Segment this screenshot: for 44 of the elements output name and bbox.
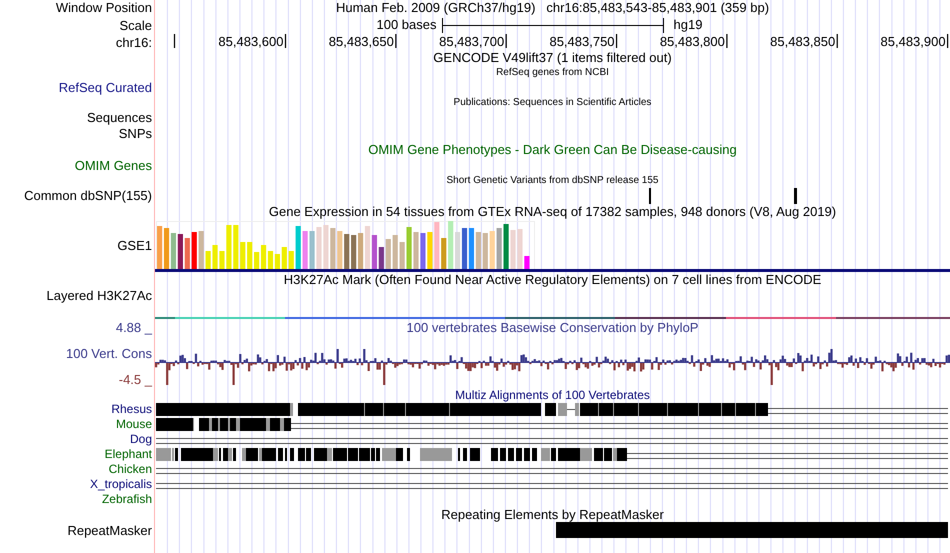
- track-title: GENCODE V49lift37 (1 items filtered out): [432, 50, 673, 66]
- track-title: Repeating Elements by RepeatMasker: [440, 507, 665, 523]
- species-label[interactable]: X_tropicalis: [90, 477, 152, 492]
- variant-mark: [649, 188, 651, 204]
- variant-mark: [794, 188, 797, 204]
- ruler-position: 85,483,700: [439, 34, 504, 49]
- track-label[interactable]: SNPs: [118, 126, 152, 142]
- species-label[interactable]: Dog: [130, 432, 152, 447]
- axis-min-label: -4.5 _: [118, 372, 152, 388]
- ruler-position: 85,483,600: [218, 34, 284, 49]
- track-label[interactable]: Layered H3K27Ac: [46, 288, 152, 304]
- track-title: Publications: Sequences in Scientific Articles: [452, 96, 652, 110]
- track-title: Short Genetic Variants from dbSNP release 155: [446, 174, 660, 188]
- track-title: 100 vertebrates Basewise Conservation by PhyloP: [406, 320, 700, 336]
- assembly-name: hg19: [672, 17, 702, 32]
- species-label[interactable]: Rhesus: [111, 402, 152, 417]
- track-label[interactable]: Sequences: [86, 110, 152, 126]
- row-label: Window Position: [56, 0, 152, 16]
- track-label[interactable]: 100 Vert. Cons: [66, 346, 152, 362]
- ruler-position: 85,483,650: [328, 34, 394, 49]
- chromosome-label: chr16:: [116, 34, 152, 50]
- track-title: Multiz Alignments of 100 Vertebrates: [454, 388, 651, 402]
- species-label[interactable]: Mouse: [116, 417, 152, 432]
- row-label: Scale: [119, 16, 152, 32]
- scale-length: 100 bases: [376, 17, 438, 32]
- track-label[interactable]: GSE1: [117, 238, 152, 254]
- track-title: H3K27Ac Mark (Often Found Near Active Regulatory Elements) on 7 cell lines from ENCODE: [282, 272, 822, 288]
- ruler-position: 85,483,800: [660, 34, 725, 49]
- track-label[interactable]: RefSeq Curated: [58, 80, 152, 96]
- track-title: RefSeq genes from NCBI: [495, 66, 610, 80]
- position-text: chr16:85,483,543-85,483,901 (359 bp): [546, 0, 770, 16]
- ruler-position: 85,483,900: [880, 34, 946, 49]
- assembly-title: Human Feb. 2009 (GRCh37/hg19): [336, 0, 536, 16]
- track-label[interactable]: Common dbSNP(155): [24, 188, 152, 204]
- axis-max-label: 4.88 _: [116, 320, 152, 336]
- species-label[interactable]: Zebrafish: [102, 492, 152, 507]
- species-label[interactable]: Elephant: [104, 447, 152, 462]
- track-label[interactable]: RepeatMasker: [67, 523, 152, 539]
- track-title: Gene Expression in 54 tissues from GTEx RNA-seq of 17382 samples, 948 donors (V8, Aug 2019): [268, 204, 838, 220]
- species-label[interactable]: Chicken: [108, 462, 152, 477]
- track-title: OMIM Gene Phenotypes - Dark Green Can Be Disease-causing: [367, 142, 738, 158]
- ruler-position: 85,483,750: [549, 34, 615, 49]
- ruler-position: 85,483,850: [770, 34, 836, 49]
- track-label[interactable]: OMIM Genes: [74, 158, 152, 174]
